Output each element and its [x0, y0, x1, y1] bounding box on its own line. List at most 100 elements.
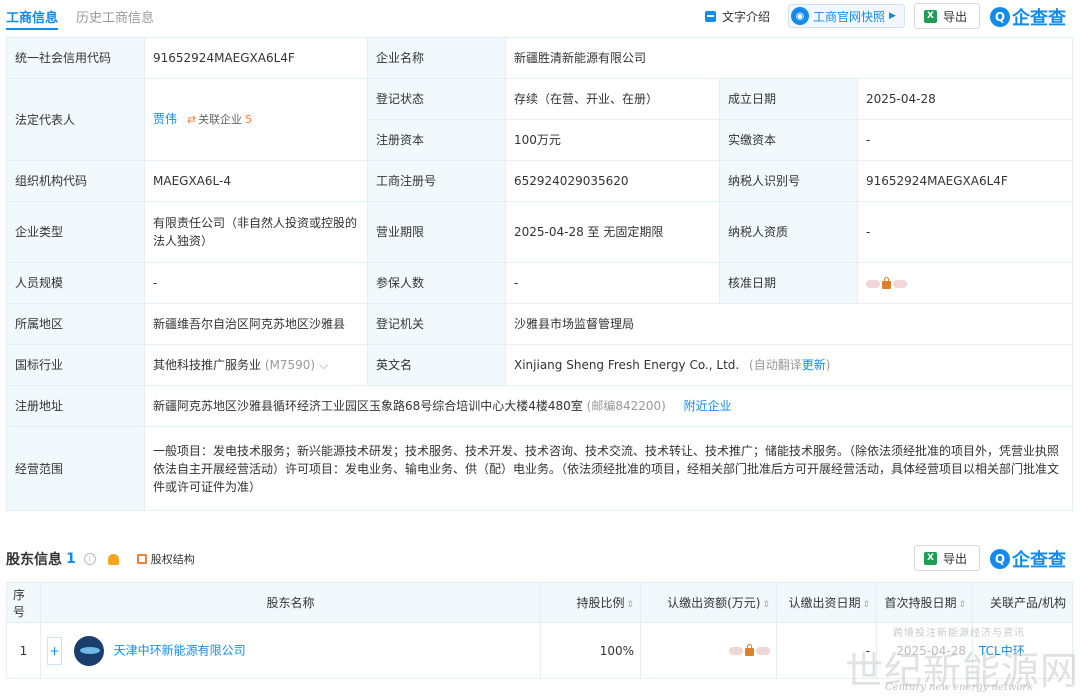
info-row: 企业类型 有限责任公司（非自然人投资或控股的法人独资） 营业期限 2025-04… — [6, 201, 1073, 263]
reg-authority-key: 登记机关 — [367, 303, 506, 345]
industry-cell[interactable]: 其他科技推广服务业 (M7590) ⌵ — [144, 344, 368, 386]
legal-rep-name-link[interactable]: 贾伟 — [153, 112, 177, 126]
export-button[interactable]: X 导出 — [914, 3, 980, 29]
info-icon[interactable]: i — [83, 553, 96, 565]
reg-address-cell: 新疆阿克苏地区沙雅县循环经济工业园区玉象路68号综合培训中心大楼4楼480室 (… — [144, 385, 1073, 427]
credit-code-value: 91652924MAEGXA6L4F — [144, 37, 368, 79]
english-name-cell: Xinjiang Sheng Fresh Energy Co., Ltd. (自… — [505, 344, 1073, 386]
blurred-value — [866, 279, 880, 288]
region-value: 新疆维吾尔自治区阿克苏地区沙雅县 — [144, 303, 368, 345]
col-header-sub-date[interactable]: 认缴出资日期 ⇕ — [776, 582, 877, 623]
col-header-sub-amount[interactable]: 认缴出资额(万元) ⇕ — [640, 582, 777, 623]
translate-update-link[interactable]: 更新 — [802, 358, 826, 372]
reg-address-key: 注册地址 — [6, 385, 145, 427]
industry-value: 其他科技推广服务业 — [153, 358, 262, 372]
bell-icon[interactable] — [107, 553, 119, 565]
equity-structure-button[interactable]: 股权结构 — [136, 551, 195, 567]
paid-capital-value: - — [857, 119, 1073, 161]
row-index: 1 — [6, 622, 41, 679]
auto-translate-note: (自动翻译 — [749, 358, 802, 372]
company-name-value: 新疆胜清新能源有限公司 — [505, 37, 1073, 79]
shareholder-count: 1 — [66, 551, 76, 567]
biz-term-value: 2025-04-28 至 无固定期限 — [505, 201, 720, 263]
blurred-value — [756, 647, 770, 655]
biz-reg-no-value: 652924029035620 — [505, 160, 720, 202]
reg-capital-key: 注册资本 — [367, 119, 506, 161]
qcc-brand-text: 企查查 — [1012, 8, 1066, 29]
sort-icon: ⇕ — [958, 600, 966, 610]
assoc-count: 5 — [245, 113, 253, 126]
tab-business-info[interactable]: 工商信息 — [6, 7, 58, 26]
reg-status-key: 登记状态 — [367, 78, 506, 120]
company-type-key: 企业类型 — [6, 201, 145, 263]
watermark-sub-text: Century new energy network — [885, 682, 1034, 693]
text-intro-label: 文字介绍 — [722, 9, 771, 24]
equity-structure-label: 股权结构 — [150, 553, 195, 566]
expand-plus-icon[interactable]: + — [47, 636, 62, 665]
reg-address-value: 新疆阿克苏地区沙雅县循环经济工业园区玉象路68号综合培训中心大楼4楼480室 — [153, 399, 583, 413]
taxpayer-id-value: 91652924MAEGXA6L4F — [857, 160, 1073, 202]
approve-date-key: 核准日期 — [719, 262, 858, 304]
shareholding-ratio: 100% — [540, 622, 641, 679]
col-header-ratio[interactable]: 持股比例 ⇕ — [540, 582, 641, 623]
company-logo — [73, 635, 104, 666]
col-header-index: 序号 — [6, 582, 41, 623]
biz-scope-key: 经营范围 — [6, 426, 145, 511]
assoc-label: 关联企业 — [198, 113, 243, 126]
associated-companies-link[interactable]: ⇄ 关联企业 5 — [187, 111, 252, 129]
taxpayer-qual-key: 纳税人资质 — [719, 201, 858, 263]
legal-rep-key: 法定代表人 — [6, 78, 145, 161]
company-type-value: 有限责任公司（非自然人投资或控股的法人独资） — [144, 201, 368, 263]
taxpayer-id-key: 纳税人识别号 — [719, 160, 858, 202]
company-name-key: 企业名称 — [367, 37, 506, 79]
equity-structure-icon — [136, 554, 147, 564]
official-snapshot-label: 工商官网快照 — [813, 9, 886, 24]
col-header-name: 股东名称 — [40, 582, 541, 623]
approve-date-value[interactable] — [857, 262, 1073, 304]
english-name-key: 英文名 — [367, 344, 506, 386]
org-code-key: 组织机构代码 — [6, 160, 145, 202]
nearby-companies-link[interactable]: 附近企业 — [684, 399, 732, 413]
found-date-value: 2025-04-28 — [857, 78, 1073, 120]
sort-icon: ⇕ — [626, 600, 634, 610]
top-bar: 工商信息 历史工商信息 文字介绍 ◉ 工商官网快照 ▶ X 导出 Q 企查查 — [0, 0, 1080, 32]
english-name-value: Xinjiang Sheng Fresh Energy Co., Ltd. — [514, 358, 740, 372]
industry-code: (M7590) — [264, 358, 316, 372]
watermark: 跨境投注新能源经济与资讯 世纪新能源网 Century new energy n… — [845, 628, 1078, 696]
blurred-value — [729, 647, 743, 655]
biz-reg-no-key: 工商注册号 — [367, 160, 506, 202]
region-key: 所属地区 — [6, 303, 145, 345]
text-intro-button[interactable]: 文字介绍 — [705, 4, 770, 28]
excel-icon: X — [924, 9, 937, 23]
document-icon — [705, 10, 716, 22]
business-info-table: 统一社会信用代码 91652924MAEGXA6L4F 企业名称 新疆胜清新能源… — [6, 37, 1073, 511]
found-date-key: 成立日期 — [719, 78, 858, 120]
info-row: 人员规模 - 参保人数 - 核准日期 — [6, 262, 1073, 304]
chevron-down-icon: ⌵ — [318, 358, 329, 372]
info-row: 国标行业 其他科技推广服务业 (M7590) ⌵ 英文名 Xinjiang Sh… — [6, 344, 1073, 386]
shareholder-name-cell: + 天津中环新能源有限公司 — [40, 622, 541, 679]
qcc-logo: Q 企查查 — [990, 4, 1066, 30]
table-header-row: 序号 股东名称 持股比例 ⇕ 认缴出资额(万元) ⇕ 认缴出资日期 ⇕ 首次持股日期 ⇕… — [6, 582, 1073, 623]
col-header-first-date[interactable]: 首次持股日期 ⇕ — [876, 582, 973, 623]
credit-code-key: 统一社会信用代码 — [6, 37, 145, 79]
official-snapshot-button[interactable]: ◉ 工商官网快照 ▶ — [788, 4, 905, 28]
qcc-logo-icon: Q — [990, 549, 1010, 569]
auto-translate-note-end: ) — [825, 358, 831, 372]
lock-icon — [882, 276, 891, 289]
staff-size-key: 人员规模 — [6, 262, 145, 304]
legal-rep-cell: 贾伟 ⇄ 关联企业 5 — [144, 78, 368, 161]
caret-right-icon: ▶ — [889, 11, 896, 21]
shareholder-name-link[interactable]: 天津中环新能源有限公司 — [114, 643, 246, 657]
tab-history-business-info[interactable]: 历史工商信息 — [76, 7, 154, 26]
export-label: 导出 — [943, 9, 968, 24]
subscribed-amount-locked[interactable] — [640, 622, 777, 679]
shareholder-export-label: 导出 — [943, 551, 968, 566]
info-row: 组织机构代码 MAEGXA6L-4 工商注册号 652924029035620 … — [6, 160, 1073, 202]
info-row: 经营范围 一般项目：发电技术服务；新兴能源技术研发；技术服务、技术开发、技术咨询… — [6, 426, 1073, 511]
shareholder-export-button[interactable]: X 导出 — [914, 545, 980, 571]
sort-icon: ⇕ — [762, 600, 770, 610]
qcc-logo-icon: Q — [990, 7, 1010, 27]
shareholder-header: 股东信息 1 i 股权结构 — [6, 548, 195, 570]
staff-size-value: - — [144, 262, 368, 304]
